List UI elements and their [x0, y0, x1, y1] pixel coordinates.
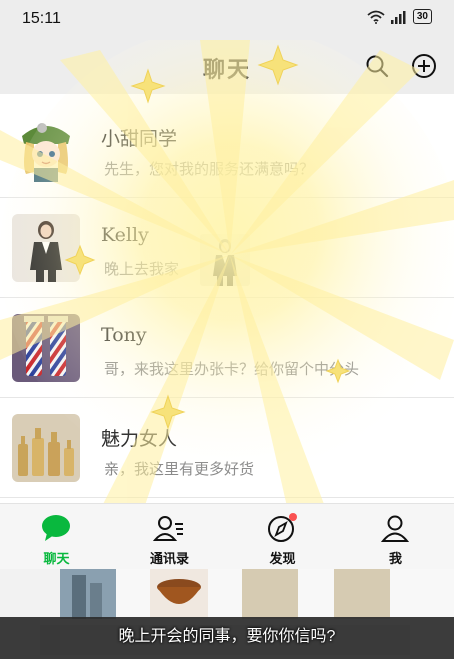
compass-icon [268, 513, 297, 542]
avatar [12, 214, 80, 282]
status-icons: 30 [367, 9, 432, 24]
chat-preview: 亲，我这里有更多好货 [104, 460, 255, 478]
contacts-icon [153, 516, 183, 541]
video-subtitle: 晚上开会的同事，要你你信吗? [118, 628, 336, 645]
avatar [12, 314, 80, 382]
tab-discover[interactable]: 发现 [226, 504, 339, 570]
avatar [12, 114, 80, 182]
chat-name: Tony [101, 324, 147, 346]
tab-label: 发现 [269, 551, 296, 566]
search-icon [366, 55, 389, 78]
tab-chats[interactable]: 聊天 [0, 504, 113, 570]
tab-contacts[interactable]: 通讯录 [113, 504, 226, 570]
status-bar: 15:11 30 [0, 0, 454, 40]
chat-preview: 晚上去我家 [104, 260, 180, 278]
status-time: 15:11 [22, 10, 61, 27]
avatar [12, 414, 80, 482]
chat-name: Kelly [101, 224, 149, 246]
chat-item[interactable]: Kelly 晚上去我家 [0, 198, 454, 298]
chat-list: 小甜同学 先生，您对我的服务还满意吗？ Kelly 晚上去我家 Tony 哥，来… [0, 94, 454, 502]
chat-bubble-icon [42, 515, 70, 541]
chat-preview: 先生，您对我的服务还满意吗？ [104, 160, 315, 178]
nav-bar: 聊天 [0, 40, 454, 94]
tab-me[interactable]: 我 [339, 504, 452, 570]
notification-dot [289, 513, 297, 521]
tab-label: 聊天 [43, 551, 70, 566]
add-button[interactable] [410, 52, 438, 80]
tab-label: 通讯录 [149, 551, 189, 566]
chat-preview: 哥，来我这里办张卡？给你留个中分头 [104, 360, 360, 378]
chat-name: 小甜同学 [101, 128, 178, 150]
tab-label: 我 [388, 551, 402, 566]
search-button[interactable] [363, 52, 391, 80]
chat-item[interactable]: 魅力女人 亲，我这里有更多好货 [0, 398, 454, 498]
inline-photo [200, 234, 250, 286]
chat-item[interactable]: Tony 哥，来我这里办张卡？给你留个中分头 [0, 298, 454, 398]
wifi-icon [367, 10, 385, 24]
battery-icon: 30 [412, 9, 432, 24]
chat-item[interactable]: 小甜同学 先生，您对我的服务还满意吗？ [0, 98, 454, 198]
tab-bar: 聊天 通讯录 发现 我 [0, 503, 454, 569]
plus-circle-icon [412, 54, 436, 78]
signal-icon [390, 10, 406, 24]
person-icon [381, 515, 409, 542]
chat-name: 魅力女人 [101, 428, 178, 450]
